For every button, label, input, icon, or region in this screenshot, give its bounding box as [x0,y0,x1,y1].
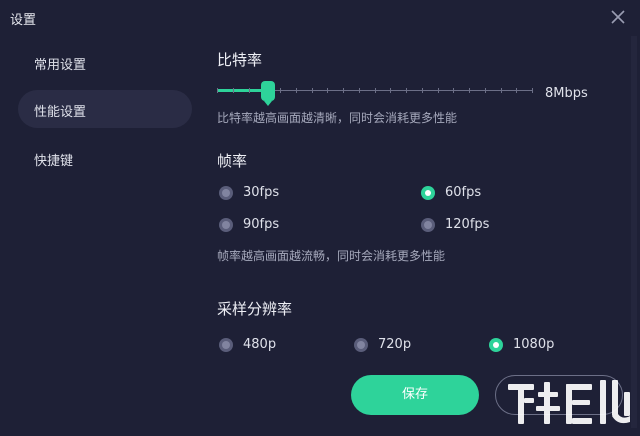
bitrate-hint: 比特率越高画面越清晰，同时会消耗更多性能 [217,111,458,125]
slider-tick [280,88,281,93]
slider-tick [343,88,344,93]
framerate-heading: 帧率 [217,152,248,170]
radio-dot [489,338,503,352]
radio-dot [219,338,233,352]
radio-dot [421,186,435,200]
save-button[interactable]: 保存 [351,375,479,415]
settings-window: 设置 常用设置 性能设置 快捷键 比特率 8Mbps 比特率越高画面越清晰，同时… [0,0,640,432]
sidebar-item-shortcuts[interactable]: 快捷键 [18,139,192,177]
slider-tick [532,88,533,93]
sidebar-item-label: 性能设置 [34,105,87,120]
radio-dot [219,186,233,200]
radio-label: 90fps [243,217,280,232]
slider-tick [485,88,486,93]
slider-thumb[interactable] [261,81,275,106]
radio-label: 30fps [243,185,280,200]
slider-tick [422,88,423,93]
slider-tick [375,88,376,93]
radio-label: 1080p [513,337,555,352]
radio-dot [219,218,233,232]
slider-tick [296,88,297,93]
radio-dot [354,338,368,352]
slider-tick [359,88,360,93]
slider-tick [312,88,313,93]
slider-tick [327,88,328,93]
sidebar-item-common-settings[interactable]: 常用设置 [18,43,192,81]
bitrate-value: 8Mbps [545,86,588,101]
bitrate-slider[interactable] [217,79,533,106]
window-title: 设置 [10,13,37,28]
bitrate-heading: 比特率 [217,51,263,69]
framerate-hint: 帧率越高画面越流畅，同时会消耗更多性能 [217,249,446,263]
site-watermark-logo [500,370,640,432]
close-icon[interactable] [606,5,630,29]
title-bar: 设置 [0,0,640,34]
sidebar-item-performance-settings[interactable]: 性能设置 [18,90,192,128]
sidebar-item-label: 快捷键 [34,154,74,169]
slider-tick [406,88,407,93]
slider-tick [469,88,470,93]
slider-tick [453,88,454,93]
sidebar-item-label: 常用设置 [34,58,87,73]
slider-tick [217,88,218,93]
slider-tick [438,88,439,93]
slider-tick [249,88,250,93]
slider-tick [501,88,502,93]
settings-sidebar: 常用设置 性能设置 快捷键 [0,34,205,432]
slider-tick [390,88,391,93]
radio-label: 60fps [445,185,482,200]
resolution-heading: 采样分辨率 [217,300,293,318]
slider-tick [233,88,234,93]
radio-dot [421,218,435,232]
slider-tick [516,88,517,93]
radio-label: 480p [243,337,277,352]
radio-label: 120fps [445,217,490,232]
radio-label: 720p [378,337,412,352]
